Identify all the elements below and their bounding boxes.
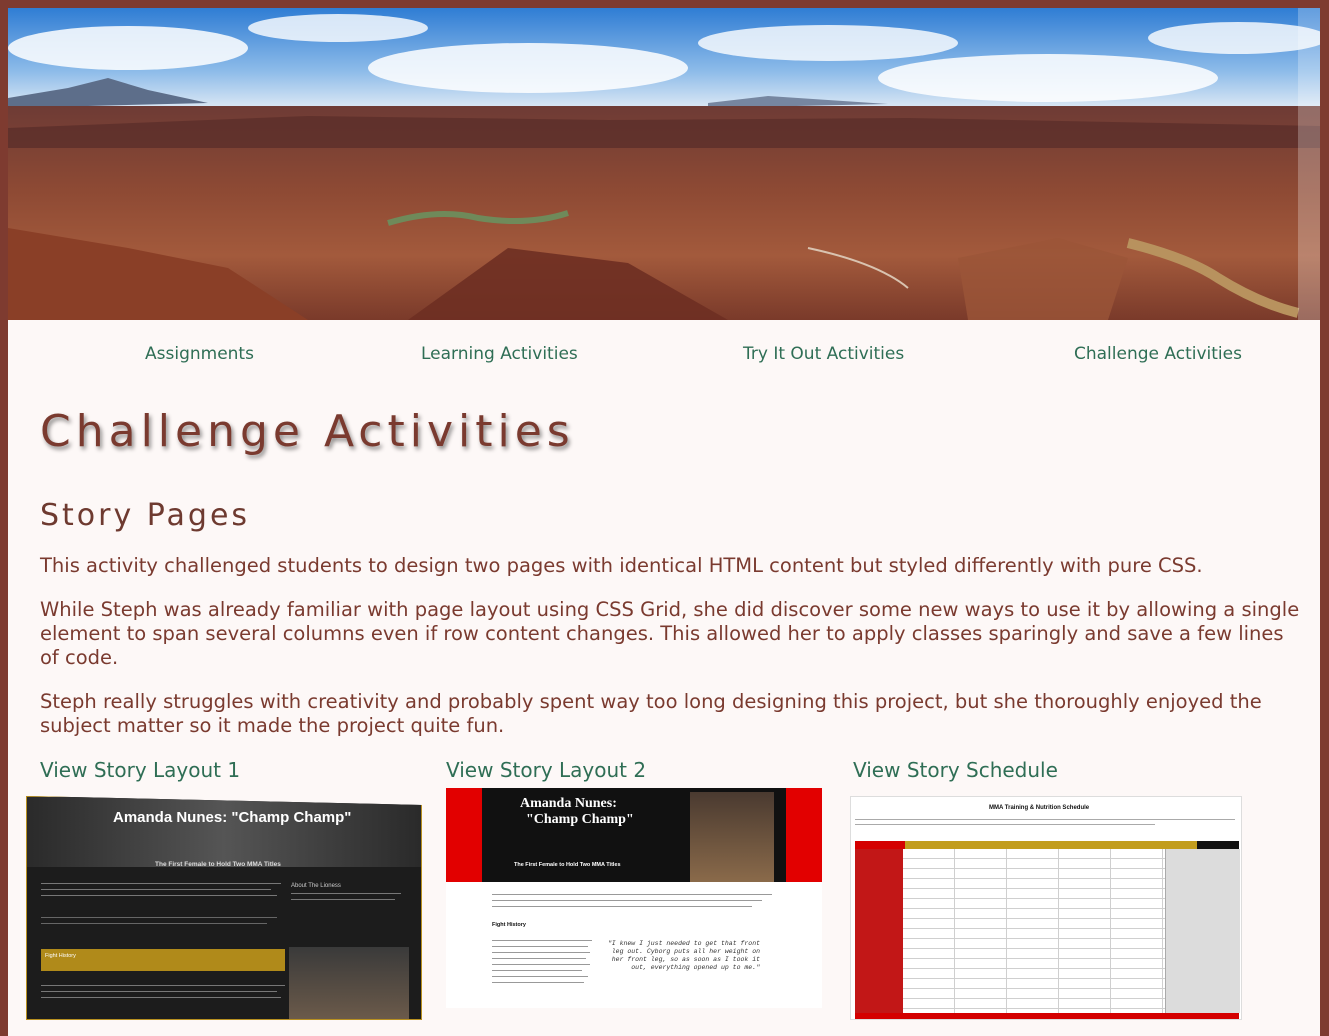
canyon-banner-image bbox=[8, 8, 1320, 320]
thumb1-fight-history: Fight History bbox=[45, 953, 76, 959]
story-layout-2-thumbnail[interactable]: Amanda Nunes: "Champ Champ" The First Fe… bbox=[446, 788, 822, 1008]
thumb2-fight-history: Fight History bbox=[492, 922, 526, 928]
thumb2-subtitle: The First Female to Hold Two MMA Titles bbox=[514, 862, 621, 868]
nav-try-it-out-activities[interactable]: Try It Out Activities bbox=[743, 344, 904, 364]
nav-assignments[interactable]: Assignments bbox=[145, 344, 254, 364]
thumb2-quote: "I knew I just needed to get that front … bbox=[607, 940, 760, 971]
view-story-layout-2-link[interactable]: View Story Layout 2 bbox=[446, 758, 646, 782]
thumb1-subtitle: The First Female to Hold Two MMA Titles bbox=[155, 861, 281, 868]
grid-paragraph: While Steph was already familiar with pa… bbox=[40, 598, 1300, 669]
thumb1-title: Amanda Nunes: "Champ Champ" bbox=[113, 809, 352, 826]
story-layout-1-thumbnail[interactable]: Amanda Nunes: "Champ Champ" The First Fe… bbox=[26, 796, 422, 1020]
intro-paragraph: This activity challenged students to des… bbox=[40, 554, 1203, 577]
main-nav: Assignments Learning Activities Try It O… bbox=[8, 344, 1320, 364]
thumb2-title-line1: Amanda Nunes: bbox=[520, 796, 617, 811]
view-story-schedule-link[interactable]: View Story Schedule bbox=[853, 758, 1058, 782]
nav-learning-activities[interactable]: Learning Activities bbox=[421, 344, 578, 364]
story-schedule-thumbnail[interactable]: MMA Training & Nutrition Schedule bbox=[850, 796, 1242, 1020]
section-title: Story Pages bbox=[40, 498, 251, 533]
creativity-paragraph: Steph really struggles with creativity a… bbox=[40, 690, 1262, 737]
page-title: Challenge Activities bbox=[40, 406, 575, 457]
view-story-layout-1-link[interactable]: View Story Layout 1 bbox=[40, 758, 240, 782]
nav-challenge-activities[interactable]: Challenge Activities bbox=[1074, 344, 1242, 364]
thumb2-title-line2: "Champ Champ" bbox=[526, 812, 634, 827]
thumb1-side-heading: About The Lioness bbox=[291, 883, 341, 889]
page-container: Assignments Learning Activities Try It O… bbox=[8, 8, 1320, 1036]
thumb3-title: MMA Training & Nutrition Schedule bbox=[989, 805, 1090, 811]
